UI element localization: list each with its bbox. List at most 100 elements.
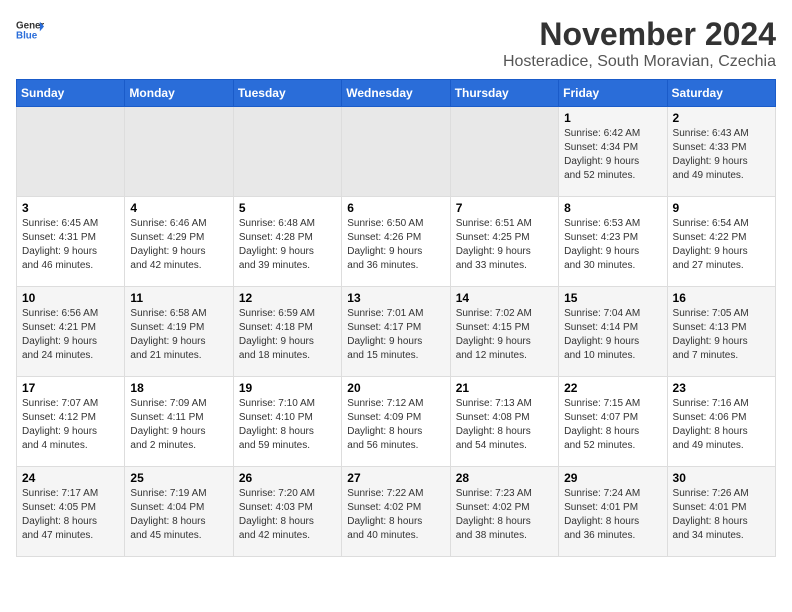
day-number: 30 bbox=[673, 471, 770, 485]
day-info: Sunrise: 7:01 AM Sunset: 4:17 PM Dayligh… bbox=[347, 307, 444, 363]
day-info: Sunrise: 7:26 AM Sunset: 4:01 PM Dayligh… bbox=[673, 487, 770, 543]
calendar-cell bbox=[450, 107, 558, 197]
day-number: 2 bbox=[673, 111, 770, 125]
day-number: 19 bbox=[239, 381, 336, 395]
day-info: Sunrise: 7:22 AM Sunset: 4:02 PM Dayligh… bbox=[347, 487, 444, 543]
calendar-week-row: 10 Sunrise: 6:56 AM Sunset: 4:21 PM Dayli… bbox=[17, 287, 776, 377]
day-number: 3 bbox=[22, 201, 119, 215]
calendar-cell: 15 Sunrise: 7:04 AM Sunset: 4:14 PM Dayli… bbox=[559, 287, 667, 377]
day-number: 11 bbox=[130, 291, 227, 305]
day-info: Sunrise: 7:23 AM Sunset: 4:02 PM Dayligh… bbox=[456, 487, 553, 543]
day-number: 20 bbox=[347, 381, 444, 395]
calendar-cell: 25 Sunrise: 7:19 AM Sunset: 4:04 PM Dayli… bbox=[125, 467, 233, 557]
calendar-cell: 20 Sunrise: 7:12 AM Sunset: 4:09 PM Dayli… bbox=[342, 377, 450, 467]
day-info: Sunrise: 6:54 AM Sunset: 4:22 PM Dayligh… bbox=[673, 217, 770, 273]
day-info: Sunrise: 6:58 AM Sunset: 4:19 PM Dayligh… bbox=[130, 307, 227, 363]
day-number: 15 bbox=[564, 291, 661, 305]
calendar-cell bbox=[125, 107, 233, 197]
day-info: Sunrise: 7:12 AM Sunset: 4:09 PM Dayligh… bbox=[347, 397, 444, 453]
day-number: 18 bbox=[130, 381, 227, 395]
header-monday: Monday bbox=[125, 80, 233, 107]
day-info: Sunrise: 6:50 AM Sunset: 4:26 PM Dayligh… bbox=[347, 217, 444, 273]
calendar-cell: 3 Sunrise: 6:45 AM Sunset: 4:31 PM Daylig… bbox=[17, 197, 125, 287]
calendar-cell: 5 Sunrise: 6:48 AM Sunset: 4:28 PM Daylig… bbox=[233, 197, 341, 287]
day-number: 28 bbox=[456, 471, 553, 485]
header-saturday: Saturday bbox=[667, 80, 775, 107]
day-info: Sunrise: 7:20 AM Sunset: 4:03 PM Dayligh… bbox=[239, 487, 336, 543]
calendar-cell: 23 Sunrise: 7:16 AM Sunset: 4:06 PM Dayli… bbox=[667, 377, 775, 467]
day-info: Sunrise: 6:45 AM Sunset: 4:31 PM Dayligh… bbox=[22, 217, 119, 273]
calendar-cell: 13 Sunrise: 7:01 AM Sunset: 4:17 PM Dayli… bbox=[342, 287, 450, 377]
calendar-cell: 30 Sunrise: 7:26 AM Sunset: 4:01 PM Dayli… bbox=[667, 467, 775, 557]
calendar-cell: 18Sunrise: 7:09 AM Sunset: 4:11 PM Dayli… bbox=[125, 377, 233, 467]
calendar-header-row: SundayMondayTuesdayWednesdayThursdayFrid… bbox=[17, 80, 776, 107]
day-info: Sunrise: 7:10 AM Sunset: 4:10 PM Dayligh… bbox=[239, 397, 336, 453]
calendar-week-row: 3 Sunrise: 6:45 AM Sunset: 4:31 PM Daylig… bbox=[17, 197, 776, 287]
calendar-cell: 4Sunrise: 6:46 AM Sunset: 4:29 PM Daylig… bbox=[125, 197, 233, 287]
logo-icon: General Blue bbox=[16, 16, 44, 44]
calendar-cell: 17Sunrise: 7:07 AM Sunset: 4:12 PM Dayli… bbox=[17, 377, 125, 467]
calendar-cell: 24 Sunrise: 7:17 AM Sunset: 4:05 PM Dayli… bbox=[17, 467, 125, 557]
page-header: General Blue November 2024 Hosteradice, … bbox=[16, 16, 776, 71]
day-number: 6 bbox=[347, 201, 444, 215]
day-info: Sunrise: 7:16 AM Sunset: 4:06 PM Dayligh… bbox=[673, 397, 770, 453]
day-number: 10 bbox=[22, 291, 119, 305]
day-info: Sunrise: 7:02 AM Sunset: 4:15 PM Dayligh… bbox=[456, 307, 553, 363]
calendar-cell: 14Sunrise: 7:02 AM Sunset: 4:15 PM Dayli… bbox=[450, 287, 558, 377]
header-sunday: Sunday bbox=[17, 80, 125, 107]
day-number: 25 bbox=[130, 471, 227, 485]
day-info: Sunrise: 7:19 AM Sunset: 4:04 PM Dayligh… bbox=[130, 487, 227, 543]
logo: General Blue bbox=[16, 16, 44, 44]
calendar-cell bbox=[342, 107, 450, 197]
calendar-week-row: 1Sunrise: 6:42 AM Sunset: 4:34 PM Daylig… bbox=[17, 107, 776, 197]
svg-text:Blue: Blue bbox=[16, 30, 38, 41]
day-number: 13 bbox=[347, 291, 444, 305]
title-section: November 2024 Hosteradice, South Moravia… bbox=[503, 16, 776, 71]
calendar-cell: 7 Sunrise: 6:51 AM Sunset: 4:25 PM Daylig… bbox=[450, 197, 558, 287]
calendar-table: SundayMondayTuesdayWednesdayThursdayFrid… bbox=[16, 79, 776, 557]
day-info: Sunrise: 6:42 AM Sunset: 4:34 PM Dayligh… bbox=[564, 127, 661, 183]
calendar-cell: 8Sunrise: 6:53 AM Sunset: 4:23 PM Daylig… bbox=[559, 197, 667, 287]
day-number: 17 bbox=[22, 381, 119, 395]
calendar-cell: 2 Sunrise: 6:43 AM Sunset: 4:33 PM Daylig… bbox=[667, 107, 775, 197]
day-info: Sunrise: 6:43 AM Sunset: 4:33 PM Dayligh… bbox=[673, 127, 770, 183]
calendar-cell: 11 Sunrise: 6:58 AM Sunset: 4:19 PM Dayli… bbox=[125, 287, 233, 377]
day-number: 4 bbox=[130, 201, 227, 215]
day-number: 16 bbox=[673, 291, 770, 305]
calendar-cell: 26 Sunrise: 7:20 AM Sunset: 4:03 PM Dayli… bbox=[233, 467, 341, 557]
day-number: 29 bbox=[564, 471, 661, 485]
day-info: Sunrise: 7:15 AM Sunset: 4:07 PM Dayligh… bbox=[564, 397, 661, 453]
day-info: Sunrise: 6:56 AM Sunset: 4:21 PM Dayligh… bbox=[22, 307, 119, 363]
day-number: 5 bbox=[239, 201, 336, 215]
day-info: Sunrise: 6:59 AM Sunset: 4:18 PM Dayligh… bbox=[239, 307, 336, 363]
calendar-cell: 21 Sunrise: 7:13 AM Sunset: 4:08 PM Dayli… bbox=[450, 377, 558, 467]
day-info: Sunrise: 7:17 AM Sunset: 4:05 PM Dayligh… bbox=[22, 487, 119, 543]
day-number: 22 bbox=[564, 381, 661, 395]
day-info: Sunrise: 7:13 AM Sunset: 4:08 PM Dayligh… bbox=[456, 397, 553, 453]
calendar-cell bbox=[17, 107, 125, 197]
day-info: Sunrise: 7:24 AM Sunset: 4:01 PM Dayligh… bbox=[564, 487, 661, 543]
day-info: Sunrise: 6:51 AM Sunset: 4:25 PM Dayligh… bbox=[456, 217, 553, 273]
day-number: 24 bbox=[22, 471, 119, 485]
calendar-cell: 29 Sunrise: 7:24 AM Sunset: 4:01 PM Dayli… bbox=[559, 467, 667, 557]
calendar-week-row: 17Sunrise: 7:07 AM Sunset: 4:12 PM Dayli… bbox=[17, 377, 776, 467]
day-info: Sunrise: 6:48 AM Sunset: 4:28 PM Dayligh… bbox=[239, 217, 336, 273]
day-info: Sunrise: 7:05 AM Sunset: 4:13 PM Dayligh… bbox=[673, 307, 770, 363]
page-title: November 2024 bbox=[503, 16, 776, 53]
day-number: 21 bbox=[456, 381, 553, 395]
calendar-cell: 16 Sunrise: 7:05 AM Sunset: 4:13 PM Dayli… bbox=[667, 287, 775, 377]
day-number: 23 bbox=[673, 381, 770, 395]
day-number: 7 bbox=[456, 201, 553, 215]
day-number: 27 bbox=[347, 471, 444, 485]
calendar-cell: 9Sunrise: 6:54 AM Sunset: 4:22 PM Daylig… bbox=[667, 197, 775, 287]
day-info: Sunrise: 7:04 AM Sunset: 4:14 PM Dayligh… bbox=[564, 307, 661, 363]
header-wednesday: Wednesday bbox=[342, 80, 450, 107]
calendar-cell: 28 Sunrise: 7:23 AM Sunset: 4:02 PM Dayli… bbox=[450, 467, 558, 557]
day-number: 8 bbox=[564, 201, 661, 215]
calendar-cell: 10 Sunrise: 6:56 AM Sunset: 4:21 PM Dayli… bbox=[17, 287, 125, 377]
calendar-cell: 27 Sunrise: 7:22 AM Sunset: 4:02 PM Dayli… bbox=[342, 467, 450, 557]
day-number: 26 bbox=[239, 471, 336, 485]
calendar-week-row: 24 Sunrise: 7:17 AM Sunset: 4:05 PM Dayli… bbox=[17, 467, 776, 557]
header-tuesday: Tuesday bbox=[233, 80, 341, 107]
day-number: 12 bbox=[239, 291, 336, 305]
